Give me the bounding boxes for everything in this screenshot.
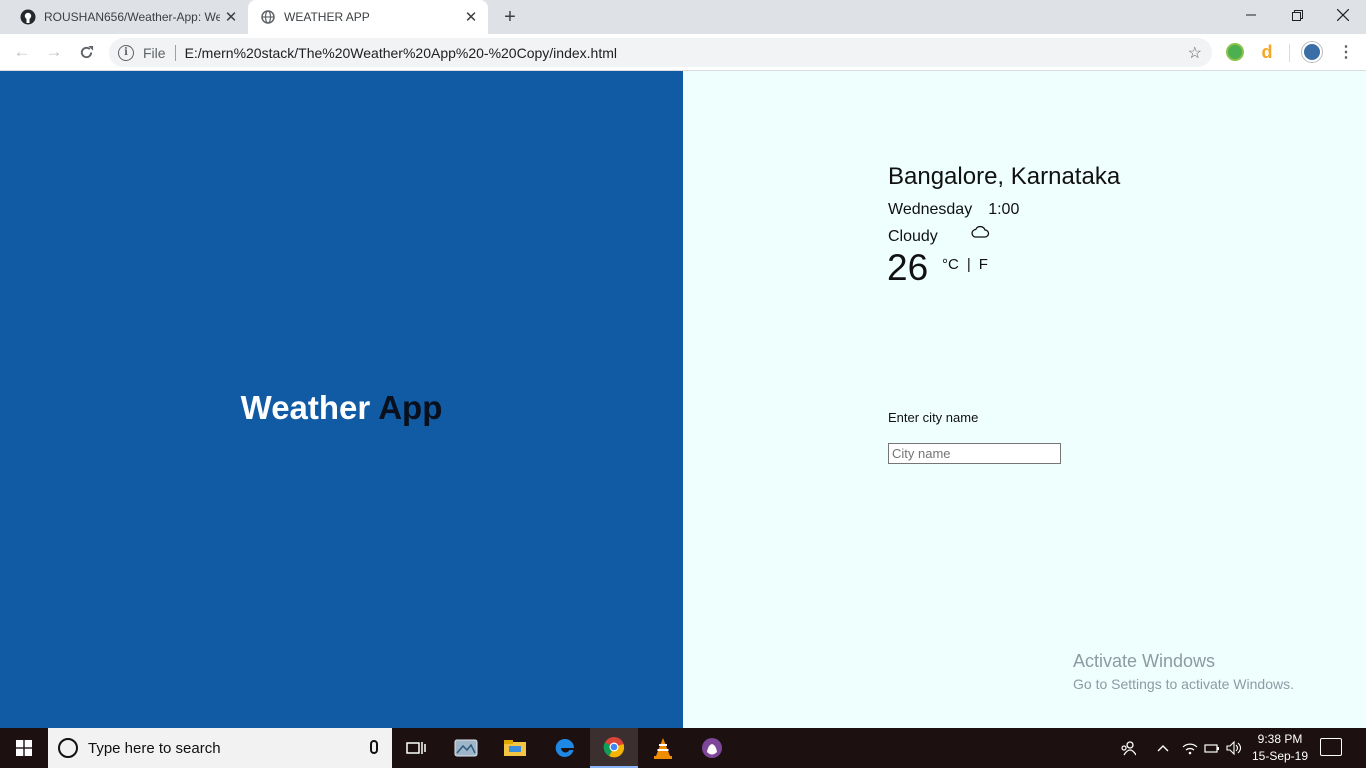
tab-title: WEATHER APP: [284, 10, 370, 24]
bookmark-star-icon[interactable]: ☆: [1188, 43, 1202, 63]
toolbar-divider: [1289, 44, 1290, 62]
github-icon: [20, 9, 36, 25]
watermark-title: Activate Windows: [1073, 651, 1216, 671]
file-explorer-icon[interactable]: [491, 728, 539, 768]
tab-weather-app[interactable]: WEATHER APP ✕: [248, 0, 488, 34]
watermark-subtitle: Go to Settings to activate Windows.: [1073, 676, 1294, 692]
unit-separator: |: [966, 256, 971, 273]
extension-icon-green[interactable]: [1226, 43, 1244, 61]
task-view-icon[interactable]: [392, 728, 440, 768]
new-tab-button[interactable]: +: [498, 5, 522, 29]
battery-icon[interactable]: [1202, 728, 1222, 768]
app-title: Weather App: [0, 389, 683, 427]
network-icon[interactable]: [1180, 728, 1200, 768]
omnibox-divider: [174, 44, 176, 61]
scheme-label: File: [143, 44, 166, 61]
clock-date: 15-Sep-19: [1251, 749, 1309, 763]
clock-time: 9:38 PM: [1257, 732, 1303, 746]
app-title-word1: Weather: [240, 389, 371, 426]
windows-start-icon[interactable]: [0, 728, 48, 768]
cloud-icon: [970, 225, 990, 239]
extension-icon-d[interactable]: d: [1258, 43, 1276, 61]
activate-windows-watermark: Activate Windows Go to Settings to activ…: [1073, 651, 1294, 692]
windows-taskbar: Type here to search 9:38 PM 15-Sep-19: [0, 728, 1366, 768]
weather-app-page: Weather App Bangalore, Karnataka Wednesd…: [0, 71, 1366, 728]
system-clock[interactable]: 9:38 PM 15-Sep-19: [1246, 731, 1314, 765]
minimize-icon[interactable]: [1228, 0, 1274, 30]
edge-icon[interactable]: [541, 728, 589, 768]
vlc-icon[interactable]: [639, 728, 687, 768]
celsius-toggle[interactable]: °C: [942, 256, 959, 273]
people-icon[interactable]: [1116, 728, 1140, 768]
tab-strip: ROUSHAN656/Weather-App: We ✕ WEATHER APP…: [0, 0, 1366, 34]
photos-icon[interactable]: [442, 728, 490, 768]
taskbar-search[interactable]: Type here to search: [48, 728, 392, 768]
fahrenheit-toggle[interactable]: F: [979, 256, 988, 273]
temperature-value: 26: [887, 247, 929, 288]
reload-icon[interactable]: [73, 40, 99, 64]
app-title-word2: App: [378, 389, 443, 426]
restore-icon[interactable]: [1274, 0, 1320, 30]
location-name: Bangalore, Karnataka: [888, 163, 1121, 190]
city-name-input[interactable]: [888, 443, 1061, 464]
profile-avatar[interactable]: [1302, 42, 1322, 62]
unit-toggle: °C | F: [942, 256, 988, 273]
close-window-icon[interactable]: [1320, 0, 1366, 30]
taskbar-search-placeholder: Type here to search: [88, 739, 221, 757]
tab-close-icon[interactable]: ✕: [460, 8, 482, 26]
volume-icon[interactable]: [1224, 728, 1244, 768]
weekday: Wednesday: [888, 201, 973, 218]
browser-toolbar: ← → i File E:/mern%20stack/The%20Weather…: [0, 34, 1366, 71]
url-text[interactable]: E:/mern%20stack/The%20Weather%20App%20-%…: [185, 45, 617, 61]
show-hidden-icons-chevron-icon[interactable]: [1152, 728, 1174, 768]
back-arrow-icon[interactable]: ←: [9, 40, 35, 64]
tor-icon[interactable]: [688, 728, 736, 768]
tab-close-icon[interactable]: ✕: [220, 8, 242, 26]
info-icon[interactable]: i: [118, 44, 134, 61]
city-input-label: Enter city name: [888, 410, 979, 425]
weather-condition: Cloudy: [888, 228, 938, 245]
tab-title: ROUSHAN656/Weather-App: We: [44, 10, 220, 24]
forward-arrow-icon[interactable]: →: [41, 40, 67, 64]
chrome-icon[interactable]: [590, 728, 638, 768]
weather-panel: Bangalore, Karnataka Wednesday 1:00 Cloud…: [683, 71, 1366, 728]
globe-icon: [260, 9, 276, 25]
date-time: Wednesday 1:00: [888, 201, 1019, 219]
cortana-icon: [58, 738, 78, 758]
brand-panel: Weather App: [0, 71, 683, 728]
tab-github[interactable]: ROUSHAN656/Weather-App: We ✕: [8, 0, 248, 34]
microphone-icon[interactable]: [370, 740, 378, 754]
action-center-icon[interactable]: [1320, 738, 1342, 756]
address-bar[interactable]: i File E:/mern%20stack/The%20Weather%20A…: [109, 38, 1212, 67]
menu-dots-icon[interactable]: ⋮: [1333, 40, 1359, 64]
local-time: 1:00: [988, 201, 1020, 218]
